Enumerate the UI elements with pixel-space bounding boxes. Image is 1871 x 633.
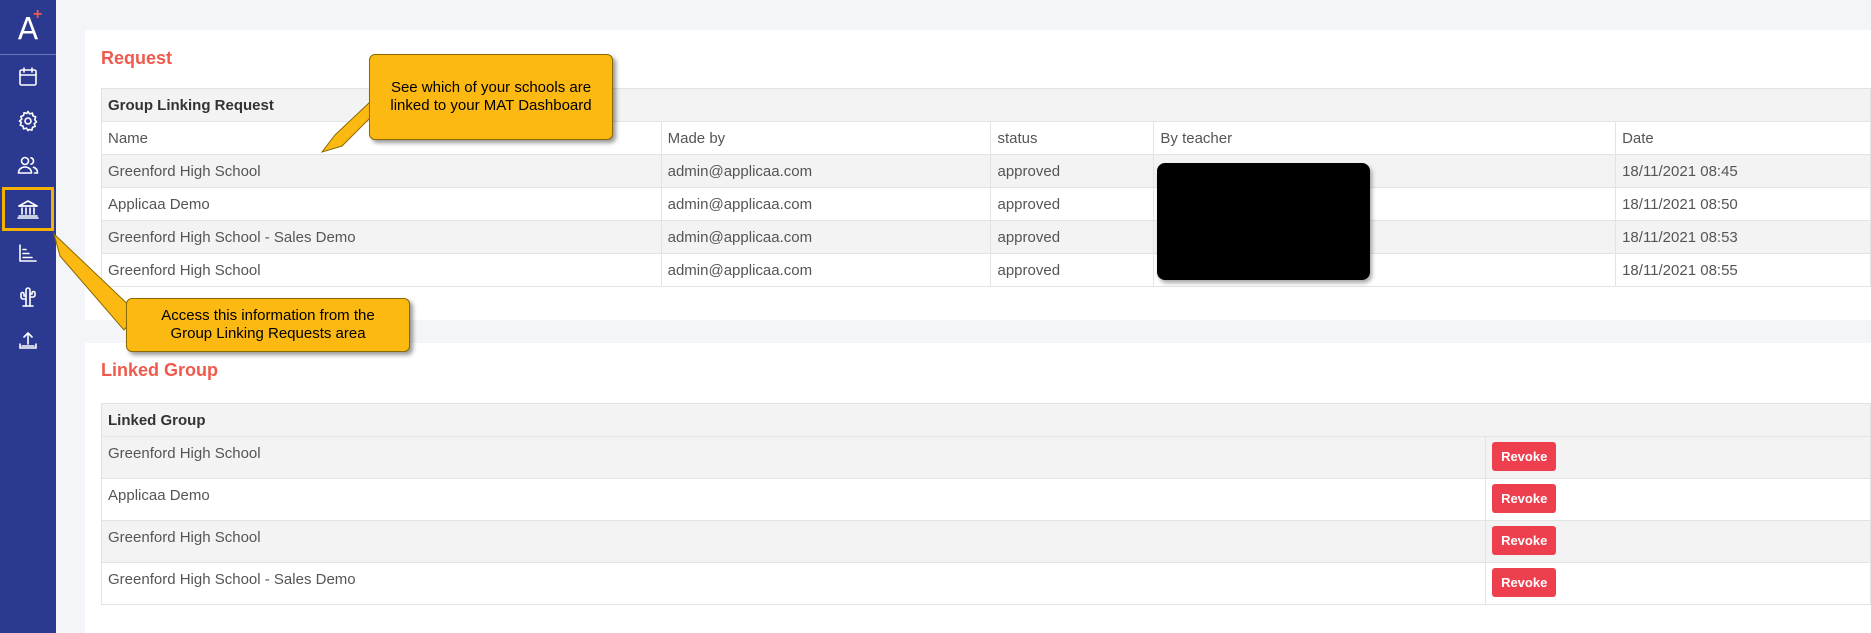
cell-made-by: admin@applicaa.com: [660, 154, 992, 188]
group-linking-request-table: Group Linking Request Name Made by statu…: [101, 88, 1871, 287]
table-row: Greenford High School Revoke: [100, 520, 1871, 563]
callout-access-info: Access this information from the Group L…: [126, 298, 410, 352]
sidebar-item-upload[interactable]: [0, 319, 56, 363]
cell-action: Revoke: [1485, 478, 1871, 521]
redaction-block: [1157, 163, 1370, 280]
linked-group-card: Linked Group Linked Group Greenford High…: [85, 343, 1871, 633]
column-header-date: Date: [1615, 121, 1871, 155]
cell-name: Applicaa Demo: [101, 187, 662, 221]
revoke-button[interactable]: Revoke: [1492, 442, 1557, 471]
sidebar-item-users[interactable]: [0, 143, 56, 187]
users-icon: [17, 156, 39, 174]
sidebar-item-settings[interactable]: [0, 99, 56, 143]
cell-status: approved: [990, 220, 1155, 254]
cell-status: approved: [990, 187, 1155, 221]
callout-schools-linked: See which of your schools are linked to …: [369, 54, 613, 140]
calendar-icon: [19, 67, 37, 86]
cell-status: approved: [990, 154, 1155, 188]
group-linking-request-heading: Group Linking Request: [101, 88, 1871, 122]
sidebar-item-institutions[interactable]: [0, 187, 56, 231]
institution-icon: [17, 200, 39, 219]
cell-date: 18/11/2021 08:45: [1615, 154, 1871, 188]
revoke-button[interactable]: Revoke: [1492, 484, 1557, 513]
cell-group-name: Greenford High School: [100, 436, 1487, 479]
table-row: Applicaa Demo admin@applicaa.com approve…: [101, 187, 1871, 221]
sidebar-item-calendar[interactable]: [0, 55, 56, 99]
cell-date: 18/11/2021 08:50: [1615, 187, 1871, 221]
cell-date: 18/11/2021 08:55: [1615, 253, 1871, 287]
table-row: Greenford High School admin@applicaa.com…: [101, 154, 1871, 188]
request-card: Request Group Linking Request Name Made …: [85, 30, 1871, 320]
linked-group-table: Linked Group Greenford High School Revok…: [100, 403, 1871, 605]
table-row: Applicaa Demo Revoke: [100, 478, 1871, 521]
sidebar-nav: [0, 55, 56, 363]
cell-group-name: Greenford High School: [100, 520, 1487, 563]
logo-plus: +: [33, 6, 43, 23]
sidebar-item-cactus[interactable]: [0, 275, 56, 319]
column-header-made-by: Made by: [660, 121, 992, 155]
app-logo[interactable]: A +: [0, 0, 56, 55]
cell-group-name: Greenford High School - Sales Demo: [100, 562, 1487, 605]
cell-action: Revoke: [1485, 562, 1871, 605]
linked-group-heading: Linked Group: [101, 403, 1871, 437]
cell-action: Revoke: [1485, 436, 1871, 479]
cell-made-by: admin@applicaa.com: [660, 187, 992, 221]
cell-name: Greenford High School: [101, 154, 662, 188]
gear-icon: [18, 110, 38, 132]
bar-chart-icon: [19, 244, 37, 262]
cell-name: Greenford High School: [101, 253, 662, 287]
table-row: Greenford High School Revoke: [100, 436, 1871, 479]
column-header-by-teacher: By teacher: [1153, 121, 1617, 155]
cell-group-name: Applicaa Demo: [100, 478, 1487, 521]
upload-icon: [19, 332, 37, 349]
cell-status: approved: [990, 253, 1155, 287]
column-header-status: status: [990, 121, 1155, 155]
sidebar-item-reports[interactable]: [0, 231, 56, 275]
cell-made-by: admin@applicaa.com: [660, 220, 992, 254]
sidebar: A +: [0, 0, 56, 633]
table-row: Greenford High School admin@applicaa.com…: [101, 253, 1871, 287]
cell-name: Greenford High School - Sales Demo: [101, 220, 662, 254]
revoke-button[interactable]: Revoke: [1492, 568, 1557, 597]
cell-action: Revoke: [1485, 520, 1871, 563]
request-section-title: Request: [101, 48, 173, 68]
cell-made-by: admin@applicaa.com: [660, 253, 992, 287]
revoke-button[interactable]: Revoke: [1492, 526, 1557, 555]
cactus-icon: [20, 287, 36, 307]
linked-group-section-title: Linked Group: [101, 360, 218, 380]
cell-date: 18/11/2021 08:53: [1615, 220, 1871, 254]
table-row: Greenford High School - Sales Demo admin…: [101, 220, 1871, 254]
table-row: Greenford High School - Sales Demo Revok…: [100, 562, 1871, 605]
